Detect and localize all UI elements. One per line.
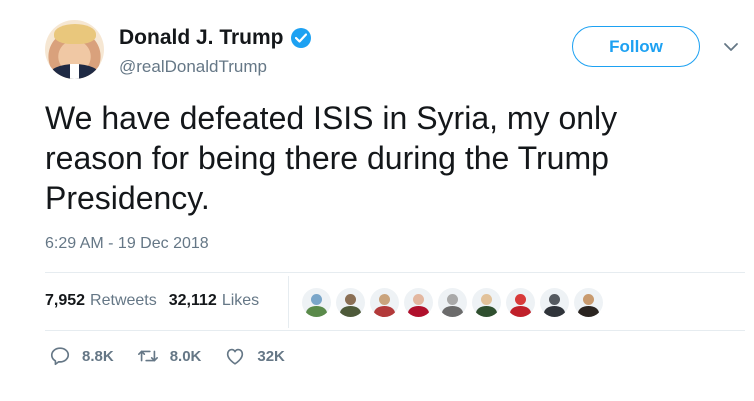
follow-button[interactable]: Follow: [572, 26, 700, 67]
liker-avatar-3[interactable]: [370, 288, 399, 317]
likes-label[interactable]: Likes: [222, 292, 259, 310]
avatar-hair: [54, 24, 96, 44]
chevron-down-icon[interactable]: [723, 41, 739, 53]
retweet-action-count: 8.0K: [169, 347, 202, 365]
retweet-count[interactable]: 7,952: [45, 292, 85, 310]
reply-button[interactable]: 8.8K: [49, 345, 114, 367]
liker-avatar-1[interactable]: [302, 288, 331, 317]
user-avatar-icon: [481, 294, 492, 305]
reply-count: 8.8K: [82, 347, 114, 365]
tweet-stats: 7,952 Retweets 32,112 Likes: [45, 292, 259, 310]
avatar-body: [578, 306, 599, 317]
verified-badge-icon: [290, 28, 311, 48]
liker-avatar-5[interactable]: [438, 288, 467, 317]
avatar-body: [442, 306, 463, 317]
avatar-body: [510, 306, 531, 317]
user-avatar-icon: [345, 294, 356, 305]
liker-avatar-7[interactable]: [506, 288, 535, 317]
retweet-button[interactable]: 8.0K: [137, 345, 202, 367]
like-action-count: 32K: [257, 347, 285, 365]
liker-avatar-9[interactable]: [574, 288, 603, 317]
stats-divider-bottom: [45, 330, 745, 331]
liker-avatar-8[interactable]: [540, 288, 569, 317]
author-handle[interactable]: @realDonaldTrump: [119, 57, 267, 77]
like-count[interactable]: 32,112: [169, 292, 217, 310]
avatar-shirt: [70, 64, 79, 79]
user-avatar-icon: [311, 294, 322, 305]
avatar-body: [340, 306, 361, 317]
stats-vertical-divider: [288, 276, 289, 328]
user-avatar-icon: [583, 294, 594, 305]
like-button[interactable]: 32K: [224, 345, 285, 367]
avatar-body: [544, 306, 565, 317]
retweets-label[interactable]: Retweets: [90, 292, 157, 310]
author-display-name[interactable]: Donald J. Trump: [119, 27, 284, 49]
avatar-body: [374, 306, 395, 317]
author-avatar[interactable]: [45, 20, 104, 79]
user-avatar-icon: [515, 294, 526, 305]
liker-avatar-2[interactable]: [336, 288, 365, 317]
liker-avatar-4[interactable]: [404, 288, 433, 317]
liker-avatar-6[interactable]: [472, 288, 501, 317]
stats-divider-top: [45, 272, 745, 273]
user-avatar-icon: [413, 294, 424, 305]
user-avatar-icon: [549, 294, 560, 305]
retweet-icon: [137, 350, 158, 362]
user-avatar-icon: [447, 294, 458, 305]
tweet-text: We have defeated ISIS in Syria, my only …: [45, 100, 618, 216]
avatar-body: [476, 306, 497, 317]
user-avatar-icon: [379, 294, 390, 305]
reply-icon: [50, 347, 70, 366]
tweet-timestamp[interactable]: 6:29 AM - 19 Dec 2018: [45, 235, 209, 253]
heart-icon: [227, 348, 244, 365]
liker-avatars: [302, 288, 608, 317]
author-name-row: Donald J. Trump: [119, 27, 311, 49]
avatar-body: [408, 306, 429, 317]
avatar-body: [306, 306, 327, 317]
tweet-actions: 8.8K 8.0K 32K: [49, 345, 308, 367]
